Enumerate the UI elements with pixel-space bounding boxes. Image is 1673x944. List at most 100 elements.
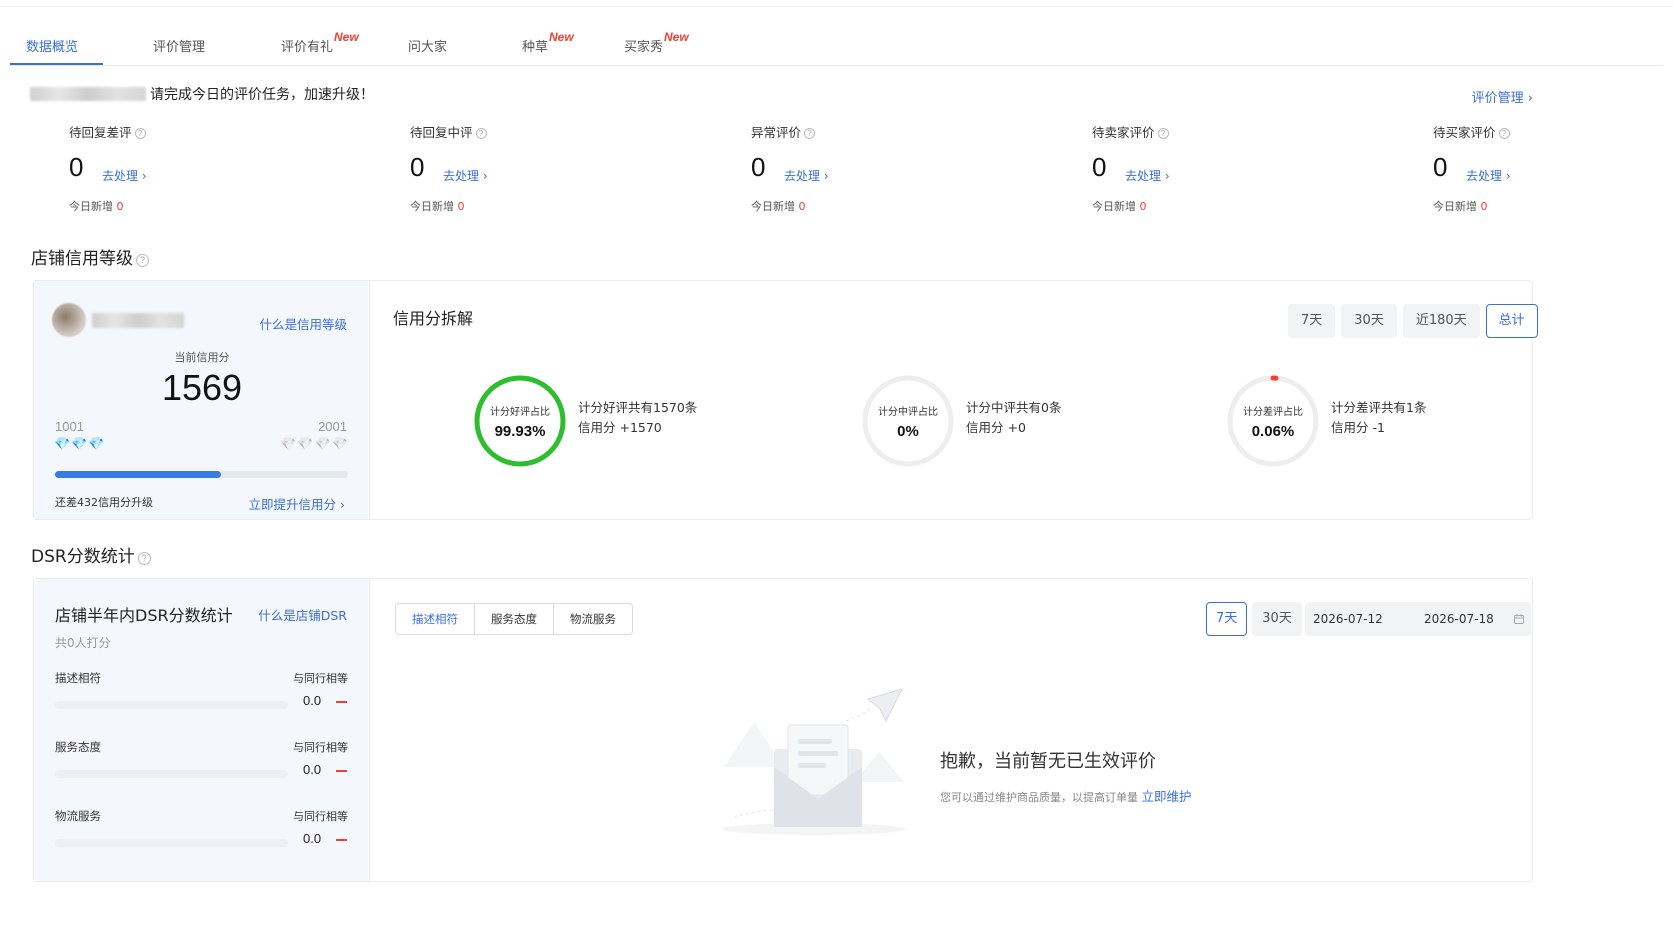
equal-dash-icon [336,770,347,772]
today-new: 今日新增 0 [751,200,806,213]
help-icon[interactable]: ? [1157,128,1169,139]
calendar-icon [1514,614,1524,624]
today-new: 今日新增 0 [1092,200,1147,213]
help-icon[interactable]: ? [136,254,149,267]
tab-service-attitude[interactable]: 服务态度 [475,604,554,634]
maintain-now-link[interactable]: 立即维护 [1142,789,1192,804]
empty-subtitle: 您可以通过维护商品质量，以提高订单量 立即维护 [940,789,1192,804]
range-30d-button[interactable]: 30天 [1341,304,1397,338]
dsr-range-30d-button[interactable]: 30天 [1252,602,1302,636]
avatar [52,303,86,337]
ring-neutral: 计分中评占比 0% [861,374,955,472]
ring-value: 0% [897,422,919,440]
range-7d-button[interactable]: 7天 [1288,304,1336,338]
todo-title: 待卖家评价 [1092,125,1155,140]
help-icon[interactable]: ? [134,128,146,139]
date-end: 2026-07-18 [1424,612,1494,626]
todo-abnormal: 异常评价? 0 去处理 › 今日新增 0 [751,122,829,213]
todo-seller-review: 待卖家评价? 0 去处理 › 今日新增 0 [1092,122,1170,213]
todo-count: 0 [410,152,425,182]
dsr-card-title: 店铺半年内DSR分数统计 [55,606,233,625]
go-process-link[interactable]: 去处理 › [102,167,147,184]
dsr-card: 店铺半年内DSR分数统计 什么是店铺DSR 共0人打分 描述相符 与同行相等 0.… [34,579,370,881]
todo-count: 0 [69,152,84,182]
upgrade-gap-text: 还差432信用分升级 [55,496,153,509]
tab-seeding[interactable]: 种草 New [522,30,574,55]
todo-title: 待买家评价 [1433,125,1496,140]
ring-positive: 计分好评占比 99.93% [473,374,567,472]
dsr-range-7d-button[interactable]: 7天 [1206,602,1248,636]
credit-progress-bar [55,471,348,478]
today-new: 今日新增 0 [410,200,465,213]
todo-title: 待回复差评 [69,125,132,140]
new-badge: New [334,30,359,44]
date-range-picker[interactable]: 2026-07-12 2026-07-18 [1305,602,1531,636]
diamond-level-icon: 💎💎💎 [54,437,106,452]
range-max: 2001 [318,419,347,434]
credit-range-buttons: 7天 30天 近180天 总计 [1288,304,1538,338]
breakdown-title: 信用分拆解 [393,309,474,328]
go-process-link[interactable]: 去处理 › [1125,167,1170,184]
ring-label: 计分差评占比 [1243,406,1303,418]
todo-reply-neutral: 待回复中评? 0 去处理 › 今日新增 0 [410,122,488,213]
todo-count: 0 [751,152,766,182]
go-process-link[interactable]: 去处理 › [443,167,488,184]
ring-positive-desc: 计分好评共有1570条 信用分 +1570 [578,400,698,435]
ring-neutral-desc: 计分中评共有0条 信用分 +0 [966,400,1062,435]
today-new: 今日新增 0 [69,200,124,213]
tab-description-match[interactable]: 描述相符 [396,604,475,634]
new-badge: New [549,30,574,44]
task-notice: 请完成今日的评价任务，加速升级！ [30,84,374,104]
range-total-button[interactable]: 总计 [1485,304,1538,338]
todo-title: 待回复中评 [410,125,473,140]
go-process-link[interactable]: 去处理 › [784,167,829,184]
dsr-track [55,701,288,709]
ring-label: 计分中评占比 [878,406,938,418]
todo-reply-negative: 待回复差评? 0 去处理 › 今日新增 0 [69,122,147,213]
ring-negative-desc: 计分差评共有1条 信用分 -1 [1331,400,1427,435]
credit-panel: 什么是信用等级 当前信用分 1569 1001 2001 💎💎💎 💎💎💎💎 还差… [33,280,1538,520]
date-start: 2026-07-12 [1313,612,1383,626]
dsr-value: 0.0 [303,762,322,777]
dsr-panel: 店铺半年内DSR分数统计 什么是店铺DSR 共0人打分 描述相符 与同行相等 0.… [33,578,1533,882]
help-icon[interactable]: ? [475,128,487,139]
tab-review-management[interactable]: 评价管理 [153,36,205,55]
credit-progress-fill [55,471,222,478]
dsr-value: 0.0 [303,831,322,846]
help-icon[interactable]: ? [804,128,816,139]
ring-negative: 计分差评占比 0.06% [1226,374,1320,472]
empty-mail-illustration-icon [722,688,906,835]
range-180d-button[interactable]: 近180天 [1402,304,1480,338]
ring-label: 计分好评占比 [490,406,550,418]
help-icon[interactable]: ? [1498,128,1510,139]
active-tab-indicator [10,63,103,65]
what-is-credit-link[interactable]: 什么是信用等级 [259,314,347,333]
todo-buyer-review: 待买家评价? 0 去处理 › 今日新增 0 [1433,122,1511,213]
tab-review-gift[interactable]: 评价有礼 New [281,30,359,55]
dsr-track [55,770,288,778]
current-credit-label: 当前信用分 [174,351,230,364]
what-is-dsr-link[interactable]: 什么是店铺DSR [258,605,347,624]
credit-section-title: 店铺信用等级? [31,244,149,269]
diamond-next-level-icon: 💎💎💎💎 [280,437,349,452]
help-icon[interactable]: ? [137,552,151,565]
tab-overview[interactable]: 数据概览 [26,36,78,55]
notice-text: 请完成今日的评价任务，加速升级！ [150,87,374,103]
tab-ask-everyone[interactable]: 问大家 [408,36,447,55]
equal-dash-icon [336,839,347,841]
equal-dash-icon [336,701,347,703]
boost-credit-link[interactable]: 立即提升信用分 › [249,494,345,513]
dsr-range-buttons: 7天 30天 [1206,602,1302,636]
tab-logistics-service[interactable]: 物流服务 [554,604,632,634]
dsr-track [55,839,288,847]
dsr-section-title: DSR分数统计? [31,542,151,567]
credit-score: 1569 [161,367,243,408]
todo-count: 0 [1092,152,1107,182]
todo-title: 异常评价 [751,125,802,140]
go-process-link[interactable]: 去处理 › [1466,167,1511,184]
tab-buyer-show[interactable]: 买家秀 New [624,30,689,55]
empty-title: 抱歉，当前暂无已生效评价 [940,751,1156,772]
blurred-shop-name [92,313,184,328]
review-management-link[interactable]: 评价管理 › [1472,87,1533,106]
range-min: 1001 [55,419,84,434]
